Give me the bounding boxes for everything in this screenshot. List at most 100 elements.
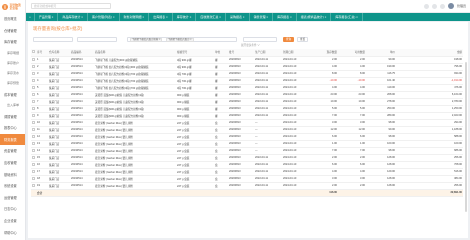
row-checkbox[interactable]: [32, 141, 35, 145]
row-checkbox[interactable]: [32, 183, 35, 187]
row-checkbox[interactable]: [32, 169, 35, 173]
row-checkbox[interactable]: [32, 57, 35, 61]
sidebar-item[interactable]: 日志中心: [0, 203, 25, 215]
table-row[interactable]: 1 集采门店 20190514 飞鹤星飞帆 儿童配方(900 g)欧版罐装 3段 900…: [31, 56, 463, 64]
batch-input[interactable]: [243, 37, 277, 42]
column-header[interactable]: 商品名称: [94, 49, 176, 57]
sidebar-item[interactable]: 成本管理: [0, 89, 25, 101]
row-checkbox[interactable]: [32, 162, 35, 166]
row-checkbox[interactable]: [32, 99, 35, 103]
row-checkbox[interactable]: [32, 92, 35, 96]
column-header[interactable]: 单价: [366, 49, 396, 57]
column-header[interactable]: 金额: [396, 49, 463, 57]
sidebar-item[interactable]: 库存管理: [0, 36, 25, 48]
table-row[interactable]: 15 集采门店 20190514 嘉宝米粉 (Gerber Rice) 婴儿米粉 227…: [31, 154, 463, 162]
row-checkbox[interactable]: [32, 113, 35, 117]
sidebar-item[interactable]: 系统设置: [0, 180, 25, 192]
tab-item[interactable]: 销售管理 ×: [250, 13, 274, 21]
column-header[interactable]: 生产日期: [254, 49, 282, 57]
tab-item[interactable]: 库存统计 ×: [173, 13, 197, 21]
search-input[interactable]: 搜索功能或单据号: [31, 3, 111, 9]
table-row[interactable]: 14 集采门店 20190514 嘉宝米粉 (Gerber Rice) 婴儿米粉 227…: [31, 147, 463, 155]
expand-filters-link[interactable]: 展开更多条件 ∨: [241, 43, 260, 47]
home-tab-icon[interactable]: ⌂: [26, 13, 35, 21]
row-checkbox[interactable]: [32, 176, 35, 180]
table-row[interactable]: 9 集采门店 20190514 美赞臣 蓝臻(900 g)欧版 儿童配方奶粉(3段) 9…: [31, 112, 463, 120]
warehouse-select[interactable]: [33, 37, 73, 42]
column-header[interactable]: 到期日期: [282, 49, 310, 57]
product-select[interactable]: 飞鹤星飞帆幼儿配方奶粉 × 飞鹤星飞帆幼儿配方 ×: [127, 37, 237, 42]
tab-item[interactable]: 客户管理(列表) ×: [88, 13, 120, 21]
sidebar-item[interactable]: 企业设置: [0, 215, 25, 227]
tab-item[interactable]: 产品管理 ×: [35, 13, 59, 21]
sidebar-item[interactable]: 库存流水: [0, 68, 25, 78]
sidebar-item[interactable]: 出入库单: [0, 100, 25, 110]
avatar[interactable]: [447, 3, 454, 9]
column-header[interactable]: 仓库名称: [48, 49, 70, 57]
tab-item[interactable]: 报表(按商品统计) ×: [297, 13, 332, 21]
column-header[interactable]: 现存数量: [310, 49, 338, 57]
tab-item[interactable]: 应收账款汇总 ×: [196, 13, 226, 21]
column-header[interactable]: 可用数量: [338, 49, 366, 57]
sidebar-item[interactable]: 应收管理: [0, 157, 25, 169]
message-icon[interactable]: [431, 3, 437, 9]
sidebar-item[interactable]: 库存账户: [0, 58, 25, 68]
vertical-scrollbar[interactable]: [465, 62, 467, 212]
bell-icon[interactable]: [423, 3, 429, 9]
sidebar-item[interactable]: 财务报表: [0, 133, 25, 146]
sidebar-item[interactable]: 库存预警: [0, 78, 25, 88]
settings-icon[interactable]: [439, 3, 445, 9]
row-checkbox[interactable]: [32, 148, 35, 152]
tab-item[interactable]: 库存报表(汇总) ×: [331, 13, 363, 21]
sidebar-item[interactable]: 运营管理: [0, 191, 25, 203]
sidebar-item[interactable]: 库存明细: [0, 48, 25, 58]
tab-item[interactable]: 库存报表 ×: [273, 13, 297, 21]
sidebar-item[interactable]: 报表中心: [0, 122, 25, 134]
user-name[interactable]: 管理员: [457, 4, 466, 8]
column-header[interactable]: 批号: [228, 49, 254, 57]
tab-item[interactable]: 商品库存统计 ×: [58, 13, 88, 21]
sidebar-item[interactable]: 帮助中心: [0, 226, 25, 238]
table-row[interactable]: 16 集采门店 20190514 嘉宝米粉 (Gerber Rice) 婴儿米粉 227…: [31, 161, 463, 169]
sidebar-item[interactable]: 首页概览: [0, 13, 25, 25]
row-checkbox[interactable]: [32, 85, 35, 89]
table-row[interactable]: 6 集采门店 20190514 美赞臣 蓝臻(900 g)欧版 儿童配方奶粉(4段) 9…: [31, 91, 463, 99]
row-checkbox[interactable]: [32, 71, 35, 75]
sidebar-item[interactable]: 基础资料: [0, 168, 25, 180]
table-row[interactable]: 13 集采门店 20190514 嘉宝米粉 (Gerber Rice) 婴儿米粉 227…: [31, 140, 463, 148]
table-row[interactable]: 4 集采门店 20190514 飞鹤星飞帆 幼儿配方奶粉(3段)(700 g)欧版罐装…: [31, 77, 463, 85]
table-row[interactable]: 12 集采门店 20190514 嘉宝米粉 (Gerber Rice) 婴儿米粉 227…: [31, 133, 463, 141]
row-checkbox[interactable]: [32, 127, 35, 131]
tab-item[interactable]: 财务对账明细 ×: [120, 13, 150, 21]
table-row[interactable]: 3 集采门店 20190514 飞鹤星飞帆 幼儿配方奶粉(3段)(700 g)欧版罐装…: [31, 70, 463, 78]
sidebar-item[interactable]: 资金管理: [0, 145, 25, 157]
select-all-checkbox[interactable]: [32, 50, 35, 54]
tab-item[interactable]: 出库报表 ×: [149, 13, 173, 21]
table-row[interactable]: 7 集采门店 20190514 美赞臣 蓝臻(900 g)欧版 儿童配方奶粉(4段) 9…: [31, 98, 463, 106]
table-row[interactable]: 17 集采门店 20190514 嘉宝米粉 (Gerber Rice) 婴儿米粉 227…: [31, 168, 463, 176]
column-header[interactable]: 单位: [214, 49, 228, 57]
table-row[interactable]: 18 集采门店 20190514 嘉宝米粉 (Gerber Rice) 婴儿米粉 227…: [31, 175, 463, 183]
product-tag-1[interactable]: 飞鹤星飞帆幼儿配方奶粉 ×: [130, 38, 163, 42]
table-row[interactable]: 11 集采门店 20190514 嘉宝米粉 (Gerber Rice) 婴儿米粉 227…: [31, 126, 463, 134]
row-checkbox[interactable]: [32, 78, 35, 82]
category-select[interactable]: [77, 37, 117, 42]
table-row[interactable]: 8 集采门店 20190514 美赞臣 蓝臻(900 g)欧版 儿童配方奶粉(3段) 9…: [31, 105, 463, 113]
tab-item[interactable]: 采购报表 ×: [226, 13, 250, 21]
row-checkbox[interactable]: [32, 134, 35, 138]
sidebar-item[interactable]: 仓储管理: [0, 25, 25, 37]
table-row[interactable]: 19 集采门店 20190514 嘉宝米粉 (Gerber Rice) 婴儿米粉 227…: [31, 182, 463, 190]
row-checkbox[interactable]: [32, 64, 35, 68]
search-button[interactable]: 查询: [283, 37, 294, 42]
sidebar-item[interactable]: 调拨管理: [0, 110, 25, 122]
table-row[interactable]: 10 集采门店 20190514 嘉宝米粉 (Gerber Rice) 婴儿米粉 227…: [31, 119, 463, 127]
row-checkbox[interactable]: [32, 155, 35, 159]
column-header[interactable]: 规格型号: [176, 49, 214, 57]
reset-button[interactable]: 重置: [297, 37, 308, 42]
table-row[interactable]: 5 集采门店 20190514 飞鹤星飞帆 幼儿配方奶粉(3段)(700 g)欧版罐装…: [31, 84, 463, 92]
table-row[interactable]: 2 集采门店 20190514 飞鹤星飞帆 幼儿配方奶粉(3段)(900 g)欧版罐装…: [31, 63, 463, 71]
row-checkbox[interactable]: [32, 106, 35, 110]
column-header[interactable]: 商品编码: [70, 49, 94, 57]
column-header[interactable]: 序号: [36, 49, 48, 57]
product-tag-2[interactable]: 飞鹤星飞帆幼儿配方 ×: [166, 38, 194, 42]
